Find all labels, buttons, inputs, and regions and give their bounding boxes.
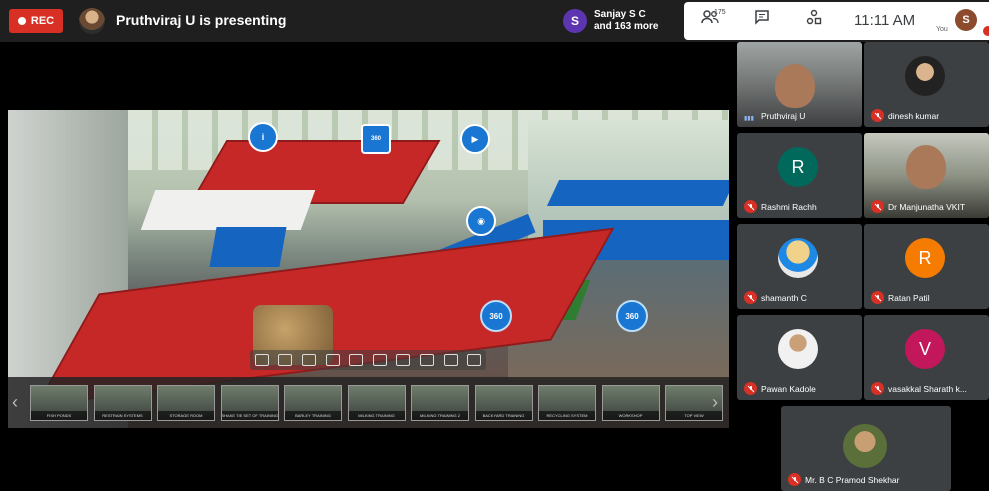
pan-left-icon[interactable]	[301, 354, 316, 366]
chat-icon[interactable]	[752, 9, 772, 29]
video-hotspot-icon[interactable]: ▶	[460, 124, 490, 154]
fullscreen-icon[interactable]	[419, 354, 434, 366]
vr-icon[interactable]	[443, 354, 458, 366]
label-hotspot-icon[interactable]: 360	[361, 124, 391, 154]
participant-name: vasakkal Sharath k...	[888, 384, 967, 394]
scene-thumbnail-caption: BARLEY TRAINING	[285, 411, 341, 420]
chip-line2: and 163 more	[594, 21, 659, 32]
participant-name: Dr Manjunatha VKIT	[888, 202, 966, 212]
chip-line1: Sanjay S C	[594, 9, 646, 20]
participant-name: shamanth C	[761, 293, 807, 303]
scene-thumbnail[interactable]: MILKING TRAINING 2	[411, 385, 469, 421]
zoom-in-icon[interactable]	[254, 354, 269, 366]
participant-tile[interactable]: ▮▮▮ Pruthviraj U	[737, 42, 862, 127]
participant-avatar	[843, 424, 887, 468]
blue-tank-far	[546, 180, 729, 206]
camera-hotspot-icon[interactable]: ◉	[466, 206, 496, 236]
scene-thumbnail-caption: STORAGE ROOM	[158, 411, 214, 420]
participant-face	[906, 145, 946, 189]
participant-name: Rashmi Rachh	[761, 202, 817, 212]
participant-name: Pawan Kadole	[761, 384, 816, 394]
mic-off-icon	[871, 291, 884, 304]
pan-up-icon[interactable]	[349, 354, 364, 366]
scene-thumbnail-strip: ‹ FISH PONDS RESTRAIN SYSTEMS STORAGE ROOM…	[8, 377, 729, 428]
participant-tile[interactable]: Pawan Kadole	[737, 315, 862, 400]
mic-off-icon	[744, 291, 757, 304]
chevron-right-icon[interactable]: ›	[712, 392, 718, 413]
zoom-out-icon[interactable]	[278, 354, 293, 366]
participant-tile[interactable]: Mr. B C Pramod Shekhar	[781, 406, 951, 491]
speaking-indicator-icon: ▮▮▮	[744, 116, 754, 122]
scene-thumbnail-caption: FISH PONDS	[31, 411, 87, 420]
participant-avatar: V	[905, 329, 945, 369]
participant-name: dinesh kumar	[888, 111, 940, 121]
participant-count: 175	[714, 9, 726, 16]
scene-thumbnail-caption: MILKING TRAINING 2	[412, 411, 468, 420]
participants-chip[interactable]: S Sanjay S C and 163 more	[563, 6, 658, 36]
pano-360-hotspot-left[interactable]: 360	[480, 300, 512, 332]
share-icon[interactable]	[467, 354, 482, 366]
blue-box	[209, 227, 287, 267]
notification-dot	[983, 26, 989, 36]
pan-down-icon[interactable]	[372, 354, 387, 366]
participant-avatar	[905, 56, 945, 96]
chip-avatar: S	[563, 9, 587, 33]
self-avatar[interactable]: S	[955, 9, 977, 31]
participant-name: Ratan Patil	[888, 293, 930, 303]
white-board	[140, 190, 316, 230]
participant-avatar	[778, 238, 818, 278]
participant-name: Mr. B C Pramod Shekhar	[805, 475, 900, 485]
pan-right-icon[interactable]	[325, 354, 340, 366]
autorotate-icon[interactable]	[396, 354, 411, 366]
participant-tile[interactable]: Dr Manjunatha VKIT	[864, 133, 989, 218]
scene-thumbnail[interactable]: WORKSHOP	[601, 385, 660, 421]
participant-tile[interactable]: shamanth C	[737, 224, 862, 309]
info-hotspot-icon[interactable]: i	[248, 122, 278, 152]
participant-face	[775, 64, 815, 108]
meeting-controls	[684, 2, 989, 40]
participant-avatar: R	[905, 238, 945, 278]
mic-off-icon	[871, 382, 884, 395]
participant-avatar	[778, 329, 818, 369]
scene-thumbnail-caption: WORKSHOP	[602, 411, 659, 420]
scene-thumbnail[interactable]: RESTRAIN SYSTEMS	[93, 385, 152, 421]
scene-thumbnail[interactable]: SHAKE TIE SET OF TRAINING	[220, 385, 279, 421]
mic-off-icon	[788, 473, 801, 486]
pano-360-hotspot-right[interactable]: 360	[616, 300, 648, 332]
participant-name: Pruthviraj U	[761, 111, 806, 121]
scene-thumbnail-caption: SHAKE TIE SET OF TRAINING	[221, 411, 278, 420]
scene-thumbnail[interactable]: BARLEY TRAINING	[284, 385, 342, 421]
viewer-toolbar	[250, 350, 486, 370]
scene-thumbnail[interactable]: BACKYARD TRAINING	[474, 385, 533, 421]
presenter-avatar	[79, 8, 105, 34]
scene-thumbnail[interactable]: STORAGE ROOM	[157, 385, 215, 421]
mic-off-icon	[744, 382, 757, 395]
mic-off-icon	[744, 200, 757, 213]
activities-icon[interactable]	[804, 9, 824, 29]
participant-tile[interactable]: R Rashmi Rachh	[737, 133, 862, 218]
shared-screen-virtual-tour[interactable]: i 360 ▶ ◉ 360 360 ‹ FISH PONDS RESTRAIN S…	[8, 110, 729, 428]
mic-off-icon	[871, 109, 884, 122]
participant-tile[interactable]: Vvasakkal Sharath k...	[864, 315, 989, 400]
recording-indicator: REC	[9, 9, 63, 33]
scene-thumbnail[interactable]: RECYCLING SYSTEM	[538, 385, 596, 421]
scene-thumbnail-caption: RESTRAIN SYSTEMS	[94, 411, 151, 420]
scene-thumbnail[interactable]: MILKING TRAINING	[347, 385, 406, 421]
scene-thumbnail-caption: BACKYARD TRAINING	[475, 411, 532, 420]
chevron-left-icon[interactable]: ‹	[12, 392, 18, 413]
presenting-banner: Pruthviraj U is presenting	[116, 12, 287, 28]
record-dot-icon	[17, 17, 26, 25]
scene-thumbnail-caption: RECYCLING SYSTEM	[539, 411, 595, 420]
participant-tile[interactable]: R Ratan Patil	[864, 224, 989, 309]
scene-thumbnail[interactable]: FISH PONDS	[30, 385, 88, 421]
participant-avatar: R	[778, 147, 818, 187]
meeting-top-bar: REC Pruthviraj U is presenting S Sanjay …	[0, 0, 989, 42]
you-label: You	[936, 26, 948, 33]
scene-thumbnail-caption: MILKING TRAINING	[348, 411, 405, 420]
mic-off-icon	[871, 200, 884, 213]
participant-tile[interactable]: dinesh kumar	[864, 42, 989, 127]
clock: 11:11 AM	[854, 12, 916, 29]
rec-label: REC	[30, 15, 55, 27]
